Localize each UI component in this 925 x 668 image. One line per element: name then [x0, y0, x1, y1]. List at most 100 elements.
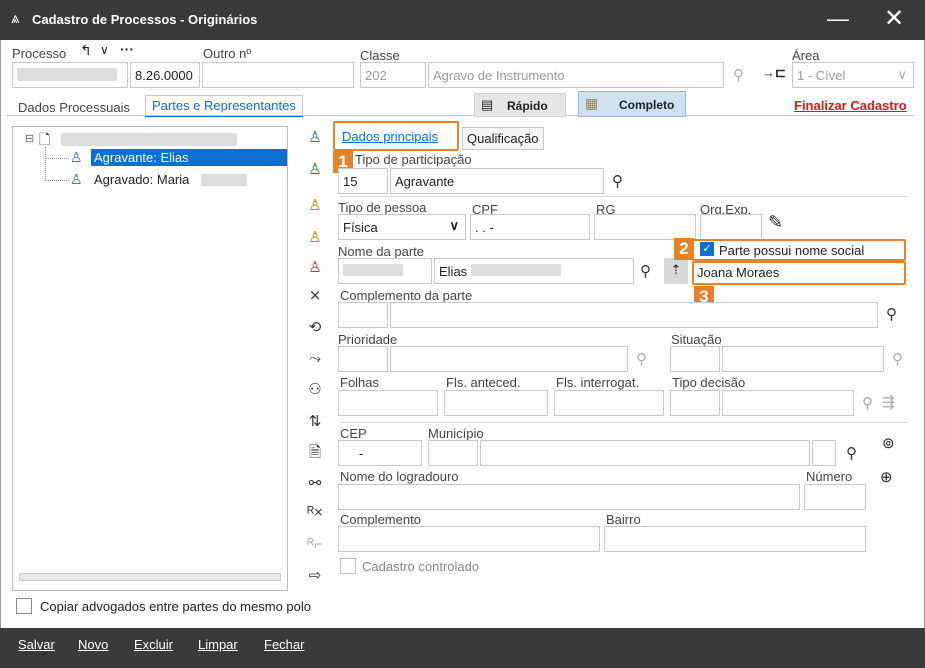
group-party-icon[interactable]: ⚇ [304, 380, 326, 398]
cep-input[interactable]: - [338, 440, 422, 466]
tree-item-agravado[interactable]: Agravado: Maria [94, 172, 189, 187]
representante-r-icon[interactable]: ♙ [304, 228, 326, 246]
municipio-uf[interactable] [812, 440, 836, 466]
municipio-input[interactable] [480, 440, 810, 466]
tree-item-agravante[interactable]: Agravante: Elias [91, 149, 287, 166]
completo-button[interactable]: ▦ Completo [578, 91, 686, 117]
cadastro-controlado-label: Cadastro controlado [362, 559, 480, 574]
complemento-parte-label: Complemento da parte [340, 288, 473, 303]
numero-input[interactable] [804, 484, 866, 510]
minimize-button[interactable]: — [826, 6, 850, 32]
tipo-pessoa-select[interactable]: Física ∨ [338, 214, 466, 240]
chevron-down-icon[interactable]: ∨ [100, 43, 109, 57]
classe-search-icon[interactable]: ⚲ [733, 66, 744, 84]
bairro-input[interactable] [604, 526, 866, 552]
polo-passivo-icon[interactable]: ♙ [304, 160, 326, 178]
pencil-icon[interactable]: ✎ [768, 212, 783, 233]
orgexp-input[interactable] [700, 214, 762, 240]
classe-name-input[interactable]: Agravo de Instrumento [428, 62, 724, 88]
rg-input[interactable] [594, 214, 696, 240]
limpar-button[interactable]: Limpar [198, 637, 238, 652]
tree-line [45, 147, 46, 181]
situacao-search-icon[interactable]: ⚲ [892, 350, 903, 368]
logradouro-input[interactable] [338, 484, 800, 510]
nome-social-input[interactable]: Joana Moraes [697, 265, 779, 280]
folhas-input[interactable] [338, 390, 438, 416]
swap-order-icon[interactable]: ⇅ [304, 412, 326, 430]
agravado-person-icon: ♙ [70, 171, 83, 187]
rapido-button[interactable]: ▤ Rápido [474, 93, 566, 117]
nome-social-checkbox[interactable]: ✓ [700, 242, 714, 256]
situacao-code[interactable] [670, 346, 720, 372]
tipo-participacao-search-icon[interactable]: ⚲ [612, 172, 623, 190]
cpf-input[interactable]: . . - [470, 214, 590, 240]
area-label: Área [792, 48, 820, 63]
terceiro-icon[interactable]: ♙ [304, 196, 326, 214]
cadastro-controlado-checkbox[interactable] [340, 558, 356, 574]
prioridade-input[interactable] [390, 346, 628, 372]
agravado-surname [201, 174, 247, 186]
document-person-icon[interactable]: 🗎 [304, 442, 326, 467]
prioridade-label: Prioridade [338, 332, 398, 347]
rotate-party-icon[interactable]: ⟲ [304, 318, 326, 336]
tipo-decisao-input[interactable] [722, 390, 854, 416]
fechar-button[interactable]: Fechar [264, 637, 304, 652]
tipo-decisao-code[interactable] [670, 390, 720, 416]
complemento-parte-input[interactable] [390, 302, 878, 328]
situacao-input[interactable] [722, 346, 884, 372]
area-select[interactable]: 1 - Cível ∨ [792, 62, 914, 88]
testemunha-icon[interactable]: ♙ [304, 258, 326, 276]
rapido-label: Rápido [507, 99, 548, 113]
subtab-qualificacao[interactable]: Qualificação [462, 127, 544, 150]
remove-person-icon[interactable]: ᴿ× [304, 504, 326, 521]
tree-horizontal-scrollbar[interactable] [19, 573, 281, 581]
tipo-decisao-action-icon[interactable]: ⇶ [882, 393, 895, 411]
map-search-icon[interactable]: ⊚ [882, 434, 895, 452]
title-bar: ⩓ Cadastro de Processos - Originários — … [0, 0, 925, 40]
complemento-parte-code[interactable] [338, 302, 388, 328]
nome-parte-input[interactable]: Elias [434, 258, 634, 284]
link-person-icon[interactable]: ᴿ⌐ [304, 536, 326, 553]
nome-parte-search-icon[interactable]: ⚲ [640, 262, 651, 280]
fls-interrogat-input[interactable] [554, 390, 664, 416]
municipio-code[interactable] [428, 440, 478, 466]
fls-anteced-input[interactable] [444, 390, 548, 416]
situacao-label: Situação [671, 332, 722, 347]
nome-social-toggle-button[interactable]: ⇡ [664, 258, 688, 284]
tipo-decisao-search-icon[interactable]: ⚲ [862, 394, 873, 412]
classe-code-input[interactable]: 202 [360, 62, 426, 88]
nome-parte-code[interactable] [338, 258, 432, 284]
municipio-search-icon[interactable]: ⚲ [846, 444, 857, 462]
more-icon[interactable]: ··· [120, 41, 134, 57]
collapse-icon[interactable]: ⊟ [25, 132, 34, 145]
export-icon[interactable]: ⇨ [304, 566, 326, 584]
excluir-button[interactable]: Excluir [134, 637, 173, 652]
copiar-advogados-checkbox[interactable] [16, 598, 32, 614]
prioridade-search-icon[interactable]: ⚲ [636, 350, 647, 368]
handshake-icon[interactable]: ⚯ [304, 474, 326, 492]
area-link-icon[interactable]: →⊏ [762, 65, 786, 81]
back-arrow-icon[interactable]: ↰ [80, 42, 92, 59]
tipo-participacao-value[interactable]: Agravante [390, 168, 604, 194]
processo-root-label[interactable] [61, 133, 237, 146]
complemento-parte-search-icon[interactable]: ⚲ [886, 305, 897, 323]
close-button[interactable]: ✕ [880, 4, 908, 33]
novo-button[interactable]: Novo [78, 637, 108, 652]
map-add-icon[interactable]: ⊕ [880, 468, 893, 486]
salvar-button[interactable]: Salvar [18, 637, 55, 652]
representante-icon[interactable]: ♙ [304, 128, 326, 146]
subtab-dados-principais[interactable]: Dados principais [342, 129, 438, 144]
finalizar-cadastro-link[interactable]: Finalizar Cadastro [794, 98, 907, 113]
complemento-input[interactable] [338, 526, 600, 552]
processo-suffix-input[interactable]: 8.26.0000 [130, 62, 200, 88]
run-party-icon[interactable]: ⤳ [304, 350, 326, 367]
outro-numero-input[interactable] [202, 62, 354, 88]
area-chevron-icon: ∨ [897, 67, 907, 82]
prioridade-code[interactable] [338, 346, 388, 372]
remove-party-icon[interactable]: ⨯ [304, 286, 326, 304]
list-icon: ▤ [481, 97, 494, 112]
arrow-up-icon: ⇡ [670, 262, 682, 277]
tab-partes-representantes[interactable]: Partes e Representantes [145, 95, 303, 117]
tipo-participacao-code[interactable]: 15 [338, 168, 388, 194]
processo-number-input[interactable] [12, 62, 128, 88]
